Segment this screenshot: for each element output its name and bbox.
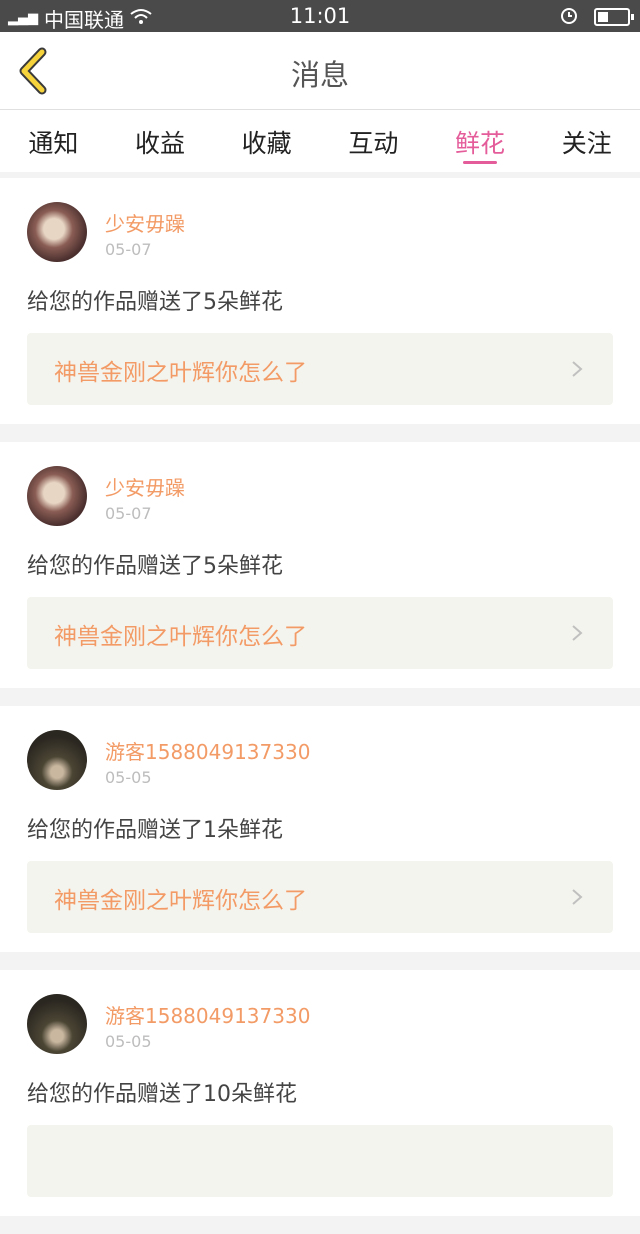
- message-card: 少安毋躁 05-07 给您的作品赠送了5朵鲜花 神兽金刚之叶辉你怎么了: [0, 178, 640, 424]
- work-link[interactable]: 神兽金刚之叶辉你怎么了: [27, 861, 613, 933]
- work-title: 神兽金刚之叶辉你怎么了: [54, 360, 307, 386]
- chevron-right-icon: [572, 361, 583, 377]
- tab-follow[interactable]: 关注: [533, 110, 640, 172]
- message-text: 给您的作品赠送了10朵鲜花: [27, 1082, 297, 1107]
- avatar[interactable]: [27, 202, 87, 262]
- status-right: [560, 5, 634, 29]
- tab-earnings[interactable]: 收益: [107, 110, 214, 172]
- work-title: 神兽金刚之叶辉你怎么了: [54, 888, 307, 914]
- tab-interactions[interactable]: 互动: [320, 110, 427, 172]
- status-bar: ▂▄▆ 中国联通 11:01: [0, 0, 640, 32]
- sender-name[interactable]: 游客1588049137330: [105, 1000, 310, 1029]
- tab-notice[interactable]: 通知: [0, 110, 107, 172]
- work-link[interactable]: 神兽金刚之叶辉你怎么了: [27, 597, 613, 669]
- header: 消息: [0, 32, 640, 110]
- sender-name[interactable]: 游客1588049137330: [105, 736, 310, 765]
- tab-bar: 通知 收益 收藏 互动 鲜花 关注: [0, 110, 640, 172]
- work-link[interactable]: [27, 1125, 613, 1197]
- sender-name[interactable]: 少安毋躁: [105, 208, 185, 237]
- message-date: 05-05: [105, 768, 152, 787]
- chevron-right-icon: [572, 889, 583, 905]
- sender-name[interactable]: 少安毋躁: [105, 472, 185, 501]
- tab-flowers[interactable]: 鲜花: [427, 110, 534, 172]
- message-card: 游客1588049137330 05-05 给您的作品赠送了1朵鲜花 神兽金刚之…: [0, 706, 640, 952]
- message-date: 05-07: [105, 240, 152, 259]
- avatar[interactable]: [27, 730, 87, 790]
- alarm-icon: [560, 5, 578, 29]
- work-link[interactable]: 神兽金刚之叶辉你怎么了: [27, 333, 613, 405]
- battery-fill: [598, 12, 608, 22]
- message-card: 少安毋躁 05-07 给您的作品赠送了5朵鲜花 神兽金刚之叶辉你怎么了: [0, 442, 640, 688]
- work-title: 神兽金刚之叶辉你怎么了: [54, 624, 307, 650]
- message-list: 少安毋躁 05-07 给您的作品赠送了5朵鲜花 神兽金刚之叶辉你怎么了 少安毋躁…: [0, 178, 640, 1234]
- avatar[interactable]: [27, 994, 87, 1054]
- message-text: 给您的作品赠送了5朵鲜花: [27, 290, 283, 315]
- tab-favorites[interactable]: 收藏: [213, 110, 320, 172]
- page-title: 消息: [290, 58, 349, 92]
- message-text: 给您的作品赠送了1朵鲜花: [27, 818, 283, 843]
- message-card: 游客1588049137330 05-05 给您的作品赠送了10朵鲜花: [0, 970, 640, 1216]
- chevron-right-icon: [572, 625, 583, 641]
- message-text: 给您的作品赠送了5朵鲜花: [27, 554, 283, 579]
- battery-icon: [594, 8, 634, 26]
- status-time: 11:01: [289, 4, 351, 28]
- message-date: 05-05: [105, 1032, 152, 1051]
- avatar[interactable]: [27, 466, 87, 526]
- message-date: 05-07: [105, 504, 152, 523]
